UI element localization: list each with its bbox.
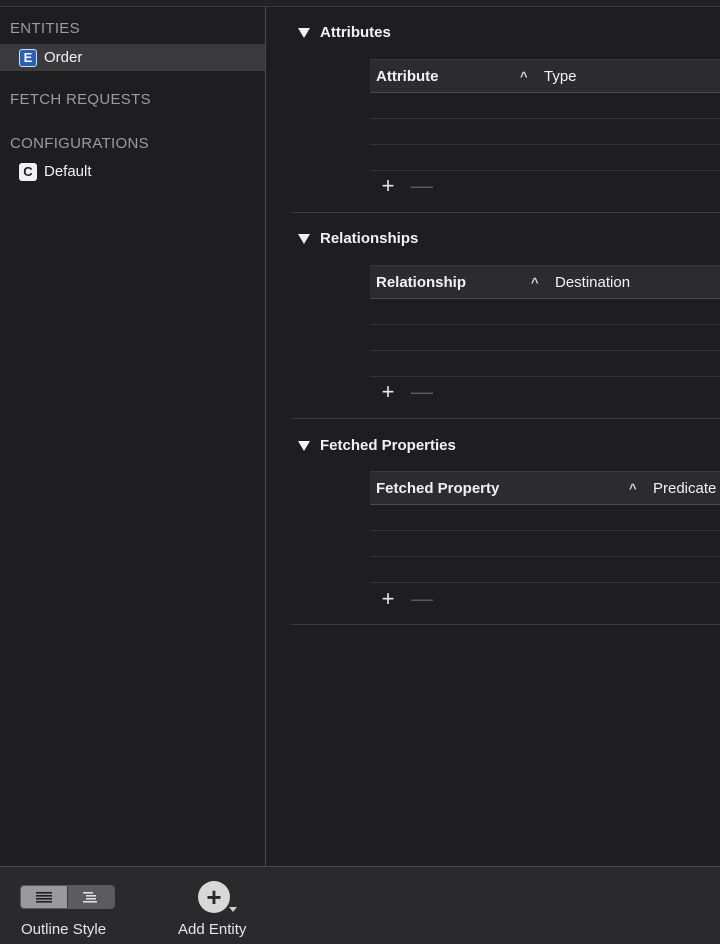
outline-style-segmented-control <box>20 885 115 909</box>
attributes-table-header: Attribute ^ Type <box>370 59 720 93</box>
add-attribute-button[interactable]: + <box>377 175 399 197</box>
section-divider <box>291 418 720 419</box>
sidebar-item-default[interactable]: C Default <box>0 158 265 185</box>
attributes-controls: + — <box>377 175 433 197</box>
outline-style-label: Outline Style <box>21 921 107 938</box>
sort-ascending-icon[interactable]: ^ <box>520 69 528 84</box>
disclosure-triangle-icon <box>298 27 310 38</box>
relationships-section-toggle[interactable]: Relationships <box>298 230 418 247</box>
remove-attribute-button[interactable]: — <box>411 175 433 197</box>
hierarchy-icon <box>83 892 97 903</box>
table-style-button[interactable] <box>21 886 67 908</box>
list-icon <box>36 892 52 903</box>
graph-style-button[interactable] <box>67 886 114 908</box>
fetched-properties-section-toggle[interactable]: Fetched Properties <box>298 437 456 454</box>
column-header-type[interactable]: Type <box>544 68 577 85</box>
configurations-header: CONFIGURATIONS <box>10 135 149 152</box>
attributes-section-toggle[interactable]: Attributes <box>298 24 391 41</box>
table-row[interactable] <box>370 93 720 119</box>
table-row[interactable] <box>370 351 720 377</box>
fetched-properties-table: Fetched Property ^ Predicate <box>370 471 720 583</box>
sort-ascending-icon[interactable]: ^ <box>629 481 637 496</box>
fetch-requests-header: FETCH REQUESTS <box>10 91 151 108</box>
sidebar: ENTITIES E Order FETCH REQUESTS CONFIGUR… <box>0 7 266 866</box>
section-divider <box>291 624 720 625</box>
column-header-relationship[interactable]: Relationship <box>376 274 466 291</box>
sidebar-item-label: Default <box>44 163 92 180</box>
add-relationship-button[interactable]: + <box>377 381 399 403</box>
attributes-table: Attribute ^ Type <box>370 59 720 171</box>
disclosure-triangle-icon <box>298 233 310 244</box>
add-entity-button[interactable]: + <box>198 881 230 913</box>
fetched-properties-title: Fetched Properties <box>320 437 456 454</box>
add-fetched-property-button[interactable]: + <box>377 588 399 610</box>
entity-icon: E <box>19 48 37 67</box>
bottom-toolbar: Outline Style + Add Entity <box>0 866 720 944</box>
sort-ascending-icon[interactable]: ^ <box>531 275 539 290</box>
attributes-title: Attributes <box>320 24 391 41</box>
column-header-destination[interactable]: Destination <box>555 274 630 291</box>
relationships-table-header: Relationship ^ Destination <box>370 265 720 299</box>
configuration-icon: C <box>19 162 37 181</box>
table-row[interactable] <box>370 531 720 557</box>
add-entity-label: Add Entity <box>178 921 247 938</box>
sidebar-item-order[interactable]: E Order <box>0 44 265 71</box>
sidebar-item-label: Order <box>44 49 83 66</box>
column-header-predicate[interactable]: Predicate <box>653 480 716 497</box>
dropdown-arrow-icon[interactable] <box>229 907 237 912</box>
relationships-table: Relationship ^ Destination <box>370 265 720 377</box>
entities-header: ENTITIES <box>10 20 80 37</box>
table-row[interactable] <box>370 557 720 583</box>
plus-icon: + <box>206 882 222 912</box>
section-divider <box>291 212 720 213</box>
relationships-title: Relationships <box>320 230 419 247</box>
remove-fetched-property-button[interactable]: — <box>411 588 433 610</box>
table-row[interactable] <box>370 119 720 145</box>
fetched-properties-controls: + — <box>377 588 433 610</box>
table-row[interactable] <box>370 505 720 531</box>
column-header-fetched-property[interactable]: Fetched Property <box>376 480 499 497</box>
column-header-attribute[interactable]: Attribute <box>376 68 439 85</box>
entity-editor: Attributes Attribute ^ Type + — Relation… <box>267 7 720 866</box>
remove-relationship-button[interactable]: — <box>411 381 433 403</box>
table-row[interactable] <box>370 145 720 171</box>
window-top-border <box>0 0 720 7</box>
table-row[interactable] <box>370 325 720 351</box>
disclosure-triangle-icon <box>298 440 310 451</box>
table-row[interactable] <box>370 299 720 325</box>
relationships-controls: + — <box>377 381 433 403</box>
fetched-properties-table-header: Fetched Property ^ Predicate <box>370 471 720 505</box>
